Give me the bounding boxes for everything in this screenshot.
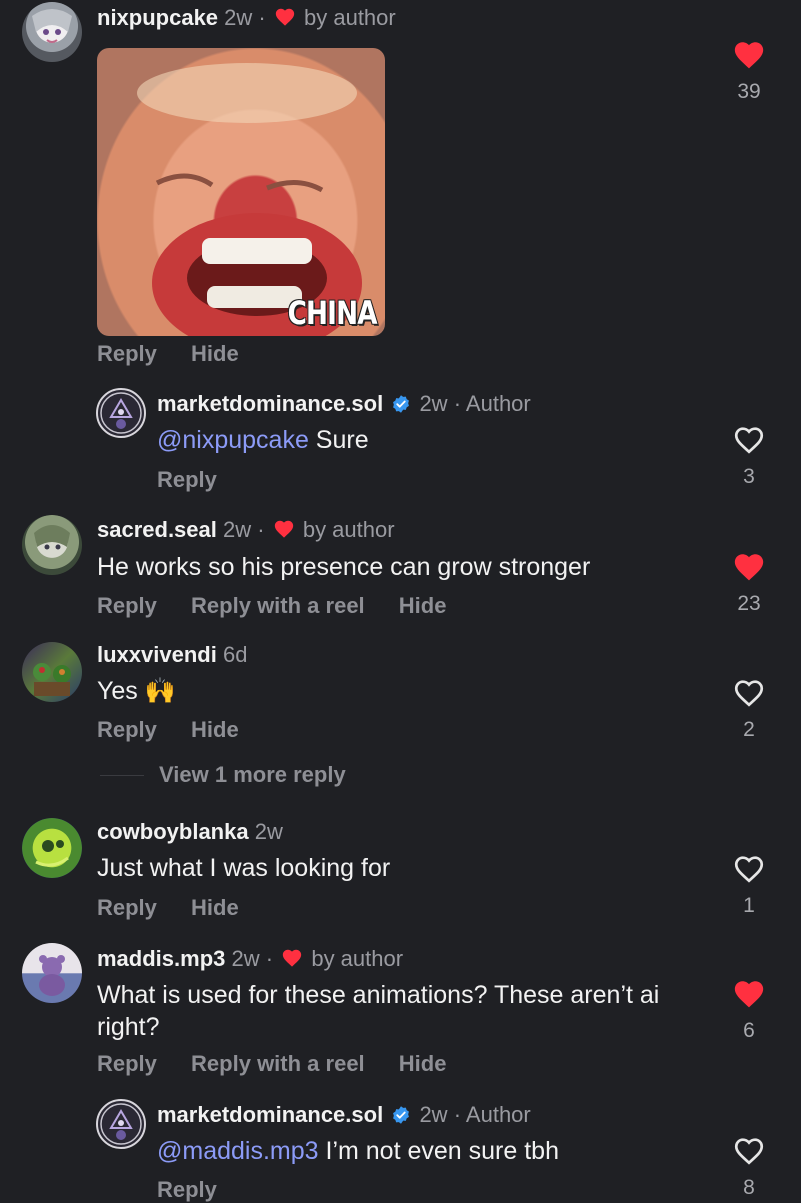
timestamp: 2w — [419, 1102, 448, 1127]
username[interactable]: marketdominance.sol — [157, 1102, 383, 1127]
comment-text: He works so his presence can grow strong… — [97, 553, 591, 581]
avatar[interactable] — [22, 642, 82, 702]
avatar[interactable] — [22, 943, 82, 1003]
author-liked-icon — [273, 518, 295, 540]
comment-header: sacred.seal 2w · by author — [97, 517, 395, 542]
view-more-divider — [100, 775, 144, 776]
reply-button[interactable]: Reply — [97, 1051, 157, 1076]
username[interactable]: maddis.mp3 — [97, 946, 225, 971]
timestamp: 2w — [254, 819, 283, 844]
like-count: 8 — [743, 1176, 755, 1199]
by-author-label: by author — [311, 946, 404, 971]
hide-button[interactable]: Hide — [191, 717, 239, 742]
heart-filled-icon[interactable] — [732, 550, 766, 584]
like-control[interactable]: 8 — [729, 1134, 769, 1200]
comment-actions: Reply Reply with a reel Hide — [97, 1051, 474, 1077]
like-control[interactable]: 39 — [729, 38, 769, 104]
reply-button[interactable]: Reply — [97, 717, 157, 742]
hide-button[interactable]: Hide — [399, 1051, 447, 1076]
like-count: 2 — [743, 718, 755, 741]
reply-button[interactable]: Reply — [97, 593, 157, 618]
reply-button[interactable]: Reply — [157, 1177, 217, 1202]
comment-actions: Reply — [157, 1177, 245, 1203]
heart-outline-icon[interactable] — [732, 1134, 766, 1168]
heart-outline-icon[interactable] — [732, 676, 766, 710]
timestamp: 2w — [223, 517, 252, 542]
image-illustration — [137, 63, 362, 336]
like-control[interactable]: 2 — [729, 676, 769, 742]
username[interactable]: cowboyblanka — [97, 819, 249, 844]
comment-text: What is used for these animations? These… — [97, 981, 660, 1041]
like-count: 3 — [743, 465, 755, 488]
hide-button[interactable]: Hide — [191, 895, 239, 920]
comment-header: marketdominance.sol 2w · Author — [157, 391, 531, 416]
mention-link[interactable]: @maddis.mp3 — [157, 1137, 319, 1165]
like-count: 39 — [737, 80, 761, 103]
heart-filled-icon[interactable] — [732, 977, 766, 1011]
mention-link[interactable]: @nixpupcake — [157, 426, 309, 454]
username[interactable]: nixpupcake — [97, 5, 218, 30]
comment-image[interactable]: CHINA — [97, 48, 385, 336]
reply-with-reel-button[interactable]: Reply with a reel — [191, 1051, 365, 1076]
comment-text: Yes 🙌 — [97, 677, 176, 705]
by-author-label: by author — [304, 5, 396, 30]
avatar[interactable] — [22, 515, 82, 575]
like-control[interactable]: 1 — [729, 852, 769, 918]
comment-actions: Reply Hide — [97, 341, 267, 367]
heart-outline-icon[interactable] — [732, 852, 766, 886]
hide-button[interactable]: Hide — [191, 341, 239, 366]
reply-button[interactable]: Reply — [157, 467, 217, 492]
comment-actions: Reply Hide — [97, 717, 267, 743]
like-control[interactable]: 23 — [729, 550, 769, 616]
avatar[interactable] — [22, 818, 82, 878]
comment-actions: Reply Hide — [97, 895, 267, 921]
author-liked-icon — [281, 947, 303, 969]
verified-badge-icon — [391, 1105, 411, 1125]
timestamp: 6d — [222, 642, 248, 667]
reply-button[interactable]: Reply — [97, 895, 157, 920]
comment-text: Just what I was looking for — [97, 854, 391, 882]
comment-text: @nixpupcake Sure — [157, 424, 369, 456]
timestamp: 2w — [419, 391, 448, 416]
username[interactable]: luxxvivendi — [97, 642, 217, 667]
author-tag: Author — [465, 1102, 531, 1127]
like-control[interactable]: 6 — [729, 977, 769, 1043]
author-tag: Author — [465, 391, 531, 416]
comment-actions: Reply — [157, 467, 245, 493]
like-count: 6 — [743, 1019, 755, 1042]
avatar[interactable] — [96, 388, 146, 438]
username[interactable]: marketdominance.sol — [157, 391, 383, 416]
verified-badge-icon — [391, 394, 411, 414]
reply-button[interactable]: Reply — [97, 341, 157, 366]
username[interactable]: sacred.seal — [97, 517, 217, 542]
comment-header: cowboyblanka 2w — [97, 819, 283, 845]
like-count: 23 — [737, 592, 761, 615]
comment-text: @maddis.mp3 I’m not even sure tbh — [157, 1135, 559, 1167]
by-author-label: by author — [302, 517, 395, 542]
author-liked-icon — [274, 6, 296, 28]
comment-body: Sure — [308, 426, 369, 454]
like-count: 1 — [743, 894, 755, 917]
avatar[interactable] — [96, 1099, 146, 1149]
hide-button[interactable]: Hide — [399, 593, 447, 618]
timestamp: 2w — [231, 946, 260, 971]
like-control[interactable]: 3 — [729, 423, 769, 489]
timestamp: 2w — [224, 5, 253, 30]
heart-outline-icon[interactable] — [732, 423, 766, 457]
comment-header: nixpupcake 2w · by author — [97, 5, 396, 30]
comment-actions: Reply Reply with a reel Hide — [97, 593, 474, 619]
view-more-replies-button[interactable]: View 1 more reply — [159, 762, 346, 788]
comment-body: I’m not even sure tbh — [318, 1137, 559, 1165]
comment-header: maddis.mp3 2w · by author — [97, 946, 404, 971]
heart-filled-icon[interactable] — [732, 38, 766, 72]
comment-header: luxxvivendi 6d — [97, 642, 247, 668]
reply-with-reel-button[interactable]: Reply with a reel — [191, 593, 365, 618]
image-caption: CHINA — [287, 294, 378, 332]
avatar[interactable] — [22, 2, 82, 62]
comment-header: marketdominance.sol 2w · Author — [157, 1102, 531, 1127]
